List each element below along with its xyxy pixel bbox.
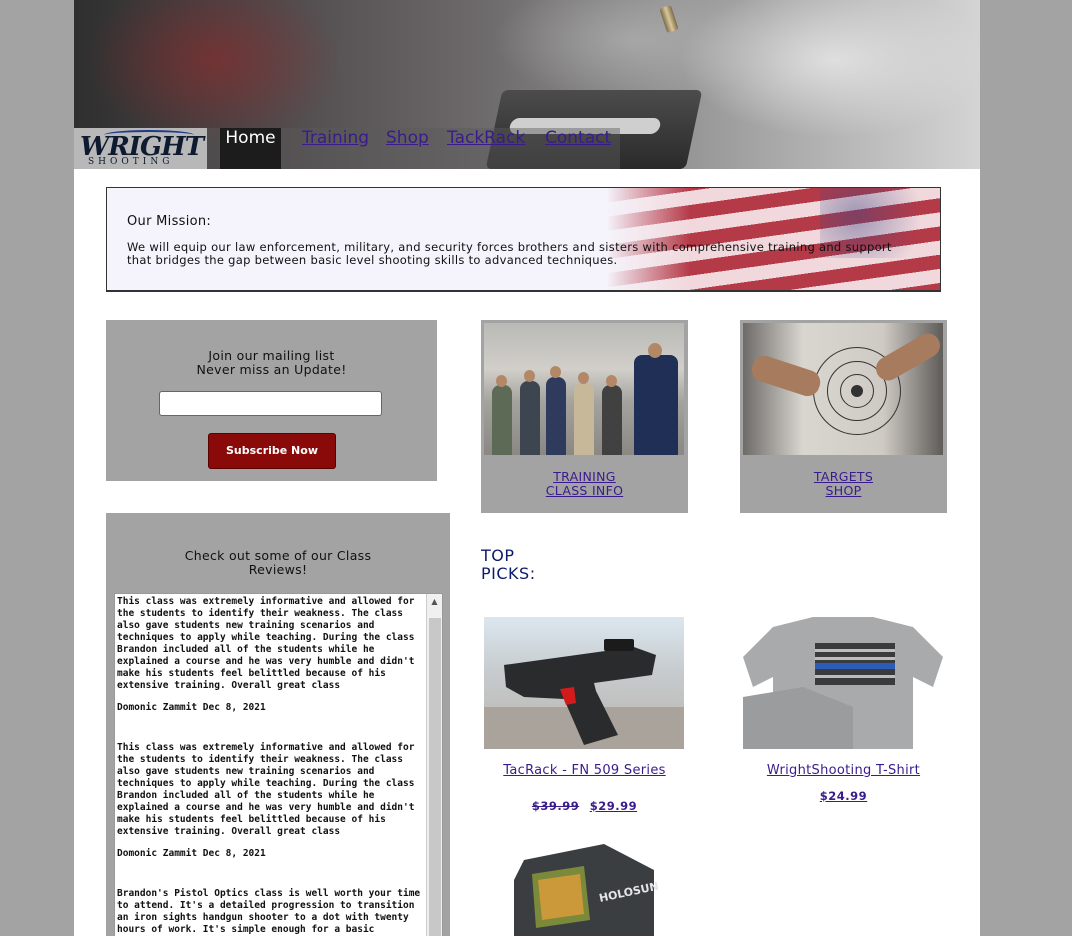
review-text: This class was extremely informative and… xyxy=(117,742,415,837)
logo-subtitle: SHOOTING xyxy=(88,157,174,167)
person-figure xyxy=(520,381,540,455)
person-head xyxy=(524,370,535,382)
mission-title: Our Mission: xyxy=(127,214,212,229)
nav-shop[interactable]: Shop xyxy=(386,128,429,169)
person-figure xyxy=(574,383,594,455)
mailing-list-title: Join our mailing list Never miss an Upda… xyxy=(106,349,437,377)
holosun-optic-photo[interactable]: HOLOSUN xyxy=(504,840,664,936)
mailing-title-line2: Never miss an Update! xyxy=(196,362,347,377)
hand-graphic xyxy=(748,352,824,400)
mission-banner: Our Mission: We will equip our law enfor… xyxy=(106,187,941,292)
tshirt-prices: $24.99 xyxy=(740,789,947,803)
reviews-title-line2: Reviews! xyxy=(248,562,308,577)
sale-price: $24.99 xyxy=(819,789,868,803)
tshirt-graphic xyxy=(743,617,943,749)
top-picks-heading: TOP PICKS: xyxy=(481,547,601,583)
training-link-line1[interactable]: TRAINING xyxy=(553,469,616,484)
mailing-title-line1: Join our mailing list xyxy=(208,348,335,363)
targets-promo-card[interactable]: TARGETS SHOP xyxy=(740,320,947,513)
reviews-scroll-box[interactable]: This class was extremely informative and… xyxy=(114,593,443,936)
site-logo[interactable]: WRIGHT SHOOTING xyxy=(74,128,207,169)
targets-link-line1[interactable]: TARGETS xyxy=(814,469,873,484)
mailing-list-panel: Join our mailing list Never miss an Upda… xyxy=(106,320,437,481)
instructor-figure xyxy=(634,355,678,455)
hand-graphic xyxy=(871,329,943,385)
instructor-head xyxy=(648,343,662,358)
nav-contact[interactable]: Contact xyxy=(545,128,611,169)
targets-shop-photo[interactable] xyxy=(743,323,943,455)
optic-graphic: HOLOSUN xyxy=(514,844,660,936)
tacrack-fn509-link[interactable]: TacRack - FN 509 Series xyxy=(481,763,688,778)
class-reviews-panel: Check out some of our Class Reviews! Thi… xyxy=(106,513,450,936)
subscribe-button[interactable]: Subscribe Now xyxy=(208,433,336,469)
email-input[interactable] xyxy=(159,391,382,416)
scrollbar-thumb[interactable] xyxy=(429,618,441,936)
training-link-line2[interactable]: CLASS INFO xyxy=(546,483,623,498)
scroll-up-arrow-icon[interactable]: ▲ xyxy=(427,594,442,610)
tacrack-fn509-photo[interactable] xyxy=(484,617,684,749)
reviews-scrollbar[interactable]: ▲ xyxy=(426,594,442,936)
pistol-graphic xyxy=(484,639,684,749)
review-text: This class was extremely informative and… xyxy=(117,596,415,691)
person-figure xyxy=(602,385,622,455)
training-class-photo[interactable] xyxy=(484,323,684,455)
tshirt-photo[interactable] xyxy=(743,617,943,749)
page-container: WRIGHT SHOOTING Home Training Shop TackR… xyxy=(74,0,980,936)
reviews-title: Check out some of our Class Reviews! xyxy=(106,549,450,577)
targets-link-line2[interactable]: SHOP xyxy=(826,483,862,498)
nav-training[interactable]: Training xyxy=(302,128,369,169)
review-text: Brandon's Pistol Optics class is well wo… xyxy=(117,888,421,935)
targets-shop-link[interactable]: TARGETS SHOP xyxy=(740,470,947,498)
reviews-title-line1: Check out some of our Class xyxy=(184,548,372,563)
shell-casing-graphic xyxy=(659,4,679,34)
review-author: Domonic Zammit Dec 8, 2021 xyxy=(117,702,266,713)
training-class-info-link[interactable]: TRAINING CLASS INFO xyxy=(481,470,688,498)
person-head xyxy=(550,366,561,378)
person-figure xyxy=(492,385,512,455)
person-head xyxy=(496,375,507,387)
reviews-list: This class was extremely informative and… xyxy=(117,596,425,936)
target-bullseye xyxy=(851,385,863,397)
person-head xyxy=(606,375,617,387)
nav-tackrack[interactable]: TackRack xyxy=(447,128,525,169)
review-author: Domonic Zammit Dec 8, 2021 xyxy=(117,848,266,859)
original-price: $39.99 xyxy=(531,799,580,813)
mission-text: We will equip our law enforcement, milit… xyxy=(127,240,892,267)
person-figure xyxy=(546,377,566,455)
top-picks-line2: PICKS: xyxy=(481,564,536,583)
top-picks-line1: TOP xyxy=(481,546,515,565)
training-promo-card[interactable]: TRAINING CLASS INFO xyxy=(481,320,688,513)
person-head xyxy=(578,372,589,384)
nav-home[interactable]: Home xyxy=(220,128,281,169)
tshirt-link[interactable]: WrightShooting T-Shirt xyxy=(740,763,947,778)
sale-price: $29.99 xyxy=(589,799,638,813)
tacrack-fn509-prices: $39.99 $29.99 xyxy=(481,799,688,813)
